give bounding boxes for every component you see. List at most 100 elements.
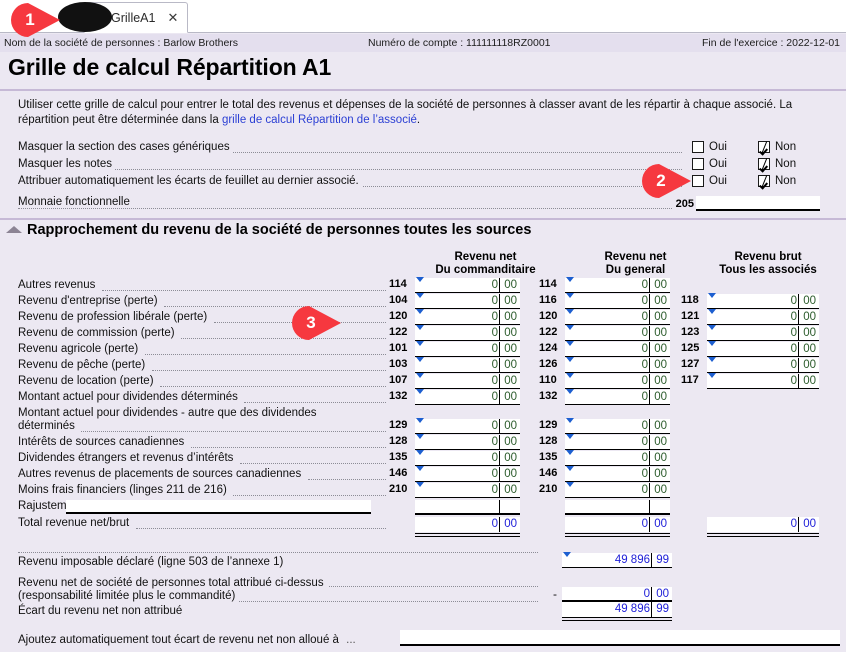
decimal-separator: [499, 467, 500, 482]
dropdown-triangle-icon[interactable]: [563, 552, 571, 557]
dropdown-triangle-icon[interactable]: [416, 309, 424, 314]
amount-field-col2-5[interactable]: 0 00: [565, 357, 670, 373]
dropdown-triangle-icon[interactable]: [708, 341, 716, 346]
total-label: Total revenue net/brut: [18, 517, 134, 529]
dropdown-triangle-icon[interactable]: [708, 309, 716, 314]
amount-field-col2-4[interactable]: 0 00: [565, 341, 670, 357]
amount-field-col1-10[interactable]: 0 00: [415, 450, 520, 466]
amount-field-col2-2[interactable]: 0 00: [565, 309, 670, 325]
amount-field-col2-7[interactable]: 0 00: [565, 389, 670, 405]
amount-field-col1-11[interactable]: 0 00: [415, 466, 520, 482]
revenu-attribue-field[interactable]: 0 00: [562, 587, 672, 602]
rajustement-amount-col1[interactable]: [415, 500, 520, 515]
row-label-12: Moins frais financiers (linges 211 de 21…: [18, 484, 231, 496]
amount-field-col2-10[interactable]: 0 00: [565, 450, 670, 466]
amount-field-col1-5[interactable]: 0 00: [415, 357, 520, 373]
rajustement-amount-col2[interactable]: [565, 500, 670, 515]
amount-field-col3-2[interactable]: 0 00: [707, 309, 819, 325]
caret-up-icon[interactable]: [6, 225, 22, 233]
dropdown-triangle-icon[interactable]: [708, 357, 716, 362]
section-header-rapprochement[interactable]: Rapprochement du revenu de la société de…: [6, 222, 531, 238]
amount-field-col1-6[interactable]: 0 00: [415, 373, 520, 389]
dropdown-triangle-icon[interactable]: [566, 277, 574, 282]
dropdown-triangle-icon[interactable]: [566, 418, 574, 423]
checkbox-yes[interactable]: [692, 158, 704, 170]
dropdown-triangle-icon[interactable]: [566, 357, 574, 362]
amount-field-col1-0[interactable]: 0 00: [415, 277, 520, 293]
dropdown-triangle-icon[interactable]: [416, 277, 424, 282]
amount-field-col3-1[interactable]: 0 00: [707, 293, 819, 309]
amount-field-col1-12[interactable]: 0 00: [415, 482, 520, 498]
option-choices: Oui Non: [682, 158, 830, 173]
amount-field-col3-6[interactable]: 0 00: [707, 373, 819, 389]
amount-field-col1-8[interactable]: 0 00: [415, 418, 520, 434]
checkbox-yes[interactable]: [692, 141, 704, 153]
amount-field-col2-11[interactable]: 0 00: [565, 466, 670, 482]
decimal-separator: [499, 294, 500, 309]
amount-field-col2-3[interactable]: 0 00: [565, 325, 670, 341]
amount-field-col2-12[interactable]: 0 00: [565, 482, 670, 498]
dropdown-triangle-icon[interactable]: [416, 434, 424, 439]
close-icon[interactable]: ✕: [167, 11, 178, 24]
amount-field-col2-0[interactable]: 0 00: [565, 277, 670, 293]
amount-field-col1-7[interactable]: 0 00: [415, 389, 520, 405]
dot-leader: [102, 290, 386, 291]
amount-field-col2-9[interactable]: 0 00: [565, 434, 670, 450]
dropdown-triangle-icon[interactable]: [708, 325, 716, 330]
amount-dollars: 0: [491, 484, 498, 496]
amount-field-col1-9[interactable]: 0 00: [415, 434, 520, 450]
dropdown-triangle-icon[interactable]: [566, 389, 574, 394]
dropdown-triangle-icon[interactable]: [566, 341, 574, 346]
checkbox-no[interactable]: [758, 158, 770, 170]
total-underline-col2-0: [565, 533, 670, 534]
dropdown-triangle-icon[interactable]: [416, 482, 424, 487]
dropdown-triangle-icon[interactable]: [566, 482, 574, 487]
col3-line1: Revenu brut: [734, 251, 802, 263]
dropdown-triangle-icon[interactable]: [566, 293, 574, 298]
total-underline-col1-1: [415, 536, 520, 537]
option-no-group[interactable]: Non: [758, 175, 796, 187]
dropdown-triangle-icon[interactable]: [416, 341, 424, 346]
revenu-imposable-field[interactable]: 49 896 99: [562, 552, 672, 568]
checkbox-no[interactable]: [758, 175, 770, 187]
dropdown-triangle-icon[interactable]: [566, 450, 574, 455]
dropdown-triangle-icon[interactable]: [566, 373, 574, 378]
decimal-separator: [651, 587, 652, 602]
amount-field-col1-3[interactable]: 0 00: [415, 325, 520, 341]
option-yes-group[interactable]: Oui: [692, 141, 727, 153]
amount-field-col1-1[interactable]: 0 00: [415, 293, 520, 309]
dropdown-triangle-icon[interactable]: [708, 293, 716, 298]
option-no-group[interactable]: Non: [758, 141, 796, 153]
dropdown-triangle-icon[interactable]: [566, 309, 574, 314]
amount-field-col1-4[interactable]: 0 00: [415, 341, 520, 357]
dropdown-triangle-icon[interactable]: [416, 418, 424, 423]
repartition-associe-link[interactable]: grille de calcul Répartition de l’associ…: [222, 114, 417, 126]
dropdown-triangle-icon[interactable]: [416, 450, 424, 455]
option-yes-group[interactable]: Oui: [692, 158, 727, 170]
amount-field-col2-8[interactable]: 0 00: [565, 418, 670, 434]
checkbox-no[interactable]: [758, 141, 770, 153]
dropdown-triangle-icon[interactable]: [566, 325, 574, 330]
dropdown-triangle-icon[interactable]: [416, 293, 424, 298]
amount-field-col1-2[interactable]: 0 00: [415, 309, 520, 325]
amount-field-col3-5[interactable]: 0 00: [707, 357, 819, 373]
dropdown-triangle-icon[interactable]: [708, 373, 716, 378]
decimal-separator: [798, 294, 799, 309]
option-yes-group[interactable]: Oui: [692, 175, 727, 187]
amount-field-col3-3[interactable]: 0 00: [707, 325, 819, 341]
monnaie-input[interactable]: [696, 196, 820, 211]
option-no-group[interactable]: Non: [758, 158, 796, 170]
ajout-automatique-input[interactable]: [400, 630, 840, 646]
dropdown-triangle-icon[interactable]: [416, 389, 424, 394]
dropdown-triangle-icon[interactable]: [416, 357, 424, 362]
dropdown-triangle-icon[interactable]: [416, 373, 424, 378]
amount-field-col3-4[interactable]: 0 00: [707, 341, 819, 357]
dropdown-triangle-icon[interactable]: [416, 466, 424, 471]
rajustement-input[interactable]: [66, 500, 371, 514]
checkbox-yes[interactable]: [692, 175, 704, 187]
dropdown-triangle-icon[interactable]: [416, 325, 424, 330]
dropdown-triangle-icon[interactable]: [566, 434, 574, 439]
amount-field-col2-6[interactable]: 0 00: [565, 373, 670, 389]
amount-field-col2-1[interactable]: 0 00: [565, 293, 670, 309]
dropdown-triangle-icon[interactable]: [566, 466, 574, 471]
